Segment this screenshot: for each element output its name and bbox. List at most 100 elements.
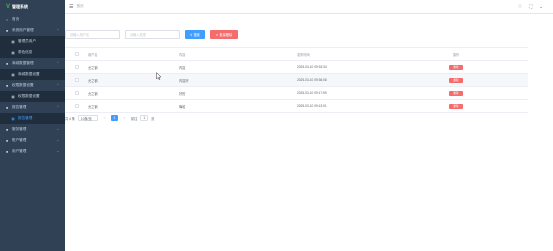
cell-username: 允之钢 [88, 91, 98, 96]
sidebar-item-reports[interactable]: ■ 报告管理 ⌃ [0, 102, 65, 113]
chevron-up-icon: ⌃ [56, 61, 59, 65]
type-search-input[interactable]: 请输入类型 [125, 30, 180, 39]
hamburger-icon[interactable]: ☰ [69, 4, 73, 10]
delete-button[interactable]: 删除 [449, 90, 463, 96]
header-content[interactable]: 内容 [179, 52, 297, 57]
table-row: 允之钢 好的 2025-03-10 09:17:59 删除 [65, 87, 528, 100]
sidebar-item-label: 权限数据设置 [18, 94, 40, 98]
sidebar-item-shop-settings[interactable]: ▦ 商城数据设置 [0, 69, 65, 80]
submenu-reports: ▦ 报告管理 [0, 113, 65, 124]
cell-content: 内容 [179, 65, 186, 70]
sidebar-item-label: 用户管理 [12, 149, 27, 153]
delete-button[interactable]: 删除 [449, 64, 463, 70]
sidebar-item-permission-settings[interactable]: ▦ 权限数据设置 [0, 91, 65, 102]
goto-label: 前往 [130, 116, 138, 121]
sidebar: V 管理系统 ⌂ 首页 ■ 系统用户管理 ⌃ ▦ 管理员用户 ▦ 角色信息 ■ … [0, 0, 65, 251]
batch-delete-button[interactable]: ✕ 批量删除 [210, 30, 238, 39]
sidebar-item-accounts[interactable]: ■ 账户管理 ⌄ [0, 135, 65, 146]
page-size-select[interactable]: 10条/页 [77, 115, 98, 121]
sidebar-item-home[interactable]: ⌂ 首页 [0, 14, 65, 25]
fullscreen-icon[interactable]: ⛶ [529, 4, 532, 10]
chevron-down-icon: ⌄ [56, 127, 59, 131]
sidebar-item-users[interactable]: ■ 用户管理 ⌄ [0, 146, 65, 157]
cell-username: 允之钢 [88, 104, 98, 109]
select-all-checkbox[interactable] [74, 52, 79, 56]
sidebar-item-label: 管理员用户 [18, 39, 36, 43]
report-table: 用户名 内容 发布时间 操作 允之钢 内容 2025-03-10 09:33:3… [65, 47, 528, 113]
chevron-up-icon: ⌃ [56, 28, 59, 32]
chevron-up-icon: ⌃ [56, 83, 59, 87]
chevron-down-icon: ⌄ [56, 149, 59, 153]
submenu-shop-data: ▦ 商城数据设置 [0, 69, 65, 80]
username-search-input[interactable]: 请输入用户名 [65, 30, 120, 39]
lock-icon: ■ [5, 83, 9, 88]
user-icon: ■ [5, 28, 9, 33]
grid-icon: ▦ [11, 39, 15, 44]
logo-mark: V [6, 4, 11, 10]
sidebar-item-roles[interactable]: ▦ 角色信息 [0, 47, 65, 58]
header-username[interactable]: 用户名 [88, 52, 179, 57]
batch-delete-label: 批量删除 [219, 33, 233, 37]
row-checkbox[interactable] [74, 65, 79, 69]
sidebar-item-label: 报告管理 [18, 116, 33, 120]
delete-button[interactable]: 删除 [449, 103, 463, 109]
sidebar-item-shop-data[interactable]: ■ 商城数据管理 ⌃ [0, 58, 65, 69]
delete-button[interactable]: 删除 [449, 77, 463, 83]
page-suffix: 页 [151, 116, 155, 121]
mouse-cursor-icon [156, 72, 162, 80]
cell-time: 2025-03-10 09:36:08 [297, 78, 327, 82]
cell-time: 2025-03-10 09:33:34 [297, 65, 327, 69]
shop-icon: ■ [5, 61, 9, 66]
account-icon: ■ [5, 138, 9, 143]
sidebar-item-label: 服务管理 [12, 127, 27, 131]
search-button-label: 搜索 [193, 33, 200, 37]
table-row: 允之钢 内容好 2025-03-10 09:36:08 删除 [65, 74, 528, 87]
submenu-system-users: ▦ 管理员用户 ▦ 角色信息 [0, 36, 65, 58]
avatar-dropdown-icon[interactable]: ⌄ [539, 4, 543, 10]
grid-icon: ▦ [11, 116, 15, 121]
sidebar-item-report-management[interactable]: ▦ 报告管理 [0, 113, 65, 124]
notification-icon[interactable]: ♡ [518, 4, 522, 10]
sidebar-item-services[interactable]: ■ 服务管理 ⌄ [0, 124, 65, 135]
sidebar-item-label: 报告管理 [12, 105, 27, 109]
topbar-tools: ♡ ⛶ ⌄ [518, 4, 543, 10]
delete-icon: ✕ [215, 32, 219, 37]
app-logo[interactable]: V 管理系统 [0, 0, 65, 14]
submenu-permissions: ▦ 权限数据设置 [0, 91, 65, 102]
cell-username: 允之钢 [88, 65, 98, 70]
table-header: 用户名 内容 发布时间 操作 [65, 48, 528, 61]
topbar: ☰ 首页 ♡ ⛶ ⌄ [65, 0, 553, 14]
sidebar-item-label: 商城数据管理 [12, 61, 34, 65]
chevron-down-icon: ⌄ [56, 138, 59, 142]
logo-text: 管理系统 [12, 4, 29, 9]
people-icon: ■ [5, 149, 9, 154]
row-checkbox[interactable] [74, 91, 79, 95]
sidebar-item-system-users[interactable]: ■ 系统用户管理 ⌃ [0, 25, 65, 36]
grid-icon: ▦ [11, 72, 15, 77]
sidebar-item-label: 账户管理 [12, 138, 27, 142]
breadcrumb[interactable]: 首页 [76, 4, 83, 9]
cell-time: 2025-03-10 09:13:01 [297, 104, 327, 108]
search-icon: ⚲ [190, 32, 193, 37]
report-icon: ■ [5, 105, 9, 110]
sidebar-item-label: 角色信息 [18, 50, 33, 54]
row-checkbox[interactable] [74, 78, 79, 82]
home-icon: ⌂ [5, 17, 9, 22]
pagination: 共 4 条 10条/页 < 1 > 前往 1 页 [65, 115, 154, 121]
goto-page-input[interactable]: 1 [140, 115, 149, 121]
next-page-button[interactable]: > [121, 115, 128, 121]
main-content: 请输入用户名 请输入类型 ⚲ 搜索 ✕ 批量删除 用户名 内容 发布时间 操作 … [65, 14, 553, 251]
header-time[interactable]: 发布时间 [297, 52, 384, 57]
pagination-total: 共 4 条 [65, 116, 75, 121]
cell-content: 好的 [179, 91, 186, 96]
sidebar-item-label: 权限数据设置 [12, 83, 34, 87]
sidebar-item-admin-users[interactable]: ▦ 管理员用户 [0, 36, 65, 47]
row-checkbox[interactable] [74, 104, 79, 108]
page-size-value: 10条/页 [80, 116, 92, 121]
search-button[interactable]: ⚲ 搜索 [185, 30, 205, 39]
grid-icon: ▦ [11, 50, 15, 55]
page-number-current[interactable]: 1 [110, 115, 118, 121]
cell-content: 内容好 [179, 78, 189, 83]
prev-page-button[interactable]: < [101, 115, 108, 121]
sidebar-item-permissions[interactable]: ■ 权限数据设置 ⌃ [0, 80, 65, 91]
